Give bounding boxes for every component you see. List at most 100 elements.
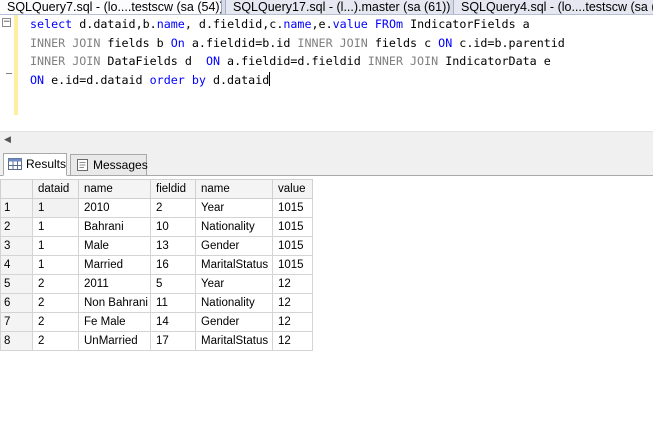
grid-cell[interactable]: 1015 <box>272 255 313 275</box>
grid-corner[interactable] <box>0 179 33 199</box>
grid-cell[interactable]: Male <box>78 236 151 256</box>
code-token: ON <box>30 72 45 87</box>
grid-cell[interactable]: 1015 <box>272 217 313 237</box>
table-row[interactable]: 5 2 2011 5 Year 12 <box>0 274 313 294</box>
grid-cell[interactable]: 12 <box>272 293 313 313</box>
tab-messages[interactable]: Messages <box>70 154 148 176</box>
grid-cell[interactable]: 1015 <box>272 198 313 218</box>
tab-sqlquery17[interactable]: SQLQuery17.sql - (l...).master (sa (61))… <box>225 0 450 14</box>
grid-cell[interactable]: UnMarried <box>78 331 151 351</box>
grid-cell[interactable]: Non Bahrani <box>78 293 151 313</box>
row-number[interactable]: 3 <box>0 236 33 256</box>
document-tab-strip: SQLQuery7.sql - (lo....testscw (sa (54))… <box>0 0 653 15</box>
grid-cell[interactable]: Fe Male <box>78 312 151 332</box>
grid-cell[interactable]: 12 <box>272 312 313 332</box>
grid-cell[interactable]: 2010 <box>78 198 151 218</box>
row-number[interactable]: 5 <box>0 274 33 294</box>
table-row[interactable]: 2 1 Bahrani 10 Nationality 1015 <box>0 217 313 237</box>
code-token: e.id=d.dataid <box>44 72 150 87</box>
grid-cell[interactable]: 16 <box>150 255 196 275</box>
code-token: order by <box>149 72 206 87</box>
grid-cell[interactable]: 17 <box>150 331 196 351</box>
grid-cell[interactable]: Year <box>195 198 273 218</box>
results-grid[interactable]: dataid name fieldid name value 1 1 2010 2 Ye… <box>0 179 313 351</box>
code-token: name <box>156 17 185 31</box>
code-line[interactable]: INNER JOIN fields b On a.fieldid=b.id IN… <box>30 34 565 53</box>
grid-cell[interactable]: Married <box>78 255 151 275</box>
code-token: d.dataid <box>205 72 270 87</box>
results-grid-area: dataid name fieldid name value 1 1 2010 2 Ye… <box>0 176 653 444</box>
code-token: IndicatorData e <box>438 54 551 68</box>
grid-cell[interactable]: MaritalStatus <box>195 255 273 275</box>
grid-cell[interactable]: 12 <box>272 331 313 351</box>
grid-cell[interactable]: 1 <box>32 217 79 237</box>
code-line[interactable]: select d.dataid,b.name, d.fieldid,c.name… <box>30 15 565 34</box>
table-row[interactable]: 1 1 2010 2 Year 1015 <box>0 198 313 218</box>
tab-sqlquery7[interactable]: SQLQuery7.sql - (lo....testscw (sa (54))… <box>0 0 222 14</box>
change-margin-indicator <box>14 15 18 115</box>
grid-cell[interactable]: 14 <box>150 312 196 332</box>
code-token: INNER JOIN <box>367 54 439 68</box>
grid-cell[interactable]: 11 <box>150 293 196 313</box>
grid-cell[interactable]: Nationality <box>195 217 273 237</box>
code-token: select <box>30 17 73 31</box>
tab-results[interactable]: Results <box>3 153 67 176</box>
grid-cell[interactable]: Bahrani <box>78 217 151 237</box>
code-token: value <box>332 17 368 31</box>
grid-cell[interactable]: 2 <box>32 274 79 294</box>
grid-cell[interactable]: Year <box>195 274 273 294</box>
grid-cell[interactable]: 2 <box>150 198 196 218</box>
grid-cell[interactable]: 12 <box>272 274 313 294</box>
code-token: a.fieldid=b.id <box>184 35 298 50</box>
sql-code[interactable]: select d.dataid,b.name, d.fieldid,c.name… <box>30 15 565 89</box>
code-token: On <box>170 35 185 50</box>
column-header[interactable]: name <box>195 179 273 199</box>
grid-cell[interactable]: 1015 <box>272 236 313 256</box>
tab-sqlquery4[interactable]: SQLQuery4.sql - (lo....testscw (sa (55) <box>453 0 653 14</box>
code-token: ON <box>205 54 221 68</box>
query-editor[interactable]: − select d.dataid,b.name, d.fieldid,c.na… <box>0 15 653 131</box>
grid-cell[interactable]: 2 <box>32 312 79 332</box>
code-line[interactable]: ON e.id=d.dataid order by d.dataid <box>30 71 565 90</box>
grid-cell[interactable]: 2 <box>32 331 79 351</box>
grid-cell[interactable]: 2 <box>32 293 79 313</box>
grid-icon <box>8 158 22 170</box>
grid-cell[interactable]: 1 <box>32 255 79 275</box>
table-row[interactable]: 3 1 Male 13 Gender 1015 <box>0 236 313 256</box>
grid-cell[interactable]: 5 <box>150 274 196 294</box>
grid-cell[interactable]: 13 <box>150 236 196 256</box>
table-row[interactable]: 8 2 UnMarried 17 MaritalStatus 12 <box>0 331 313 351</box>
grid-cell[interactable]: 2011 <box>78 274 151 294</box>
table-row[interactable]: 4 1 Married 16 MaritalStatus 1015 <box>0 255 313 275</box>
column-header[interactable]: name <box>78 179 151 199</box>
column-header[interactable]: value <box>272 179 313 199</box>
grid-cell[interactable]: Nationality <box>195 293 273 313</box>
tab-messages-label: Messages <box>93 158 148 172</box>
row-number[interactable]: 6 <box>0 293 33 313</box>
scroll-left-arrow-icon[interactable]: ◀ <box>4 135 11 145</box>
row-number[interactable]: 1 <box>0 198 33 218</box>
text-caret <box>269 71 271 86</box>
code-token: INNER JOIN <box>297 35 368 50</box>
column-header[interactable]: dataid <box>32 179 79 199</box>
row-number[interactable]: 2 <box>0 217 33 237</box>
code-token: name <box>283 17 312 31</box>
grid-cell[interactable]: 10 <box>150 217 196 237</box>
collapse-toggle-icon[interactable]: − <box>2 18 11 27</box>
editor-horizontal-scrollbar[interactable]: ◀ <box>0 131 653 148</box>
table-row[interactable]: 6 2 Non Bahrani 11 Nationality 12 <box>0 293 313 313</box>
grid-cell[interactable]: Gender <box>195 312 273 332</box>
grid-cell[interactable]: 1 <box>32 236 79 256</box>
row-number[interactable]: 4 <box>0 255 33 275</box>
grid-cell[interactable]: Gender <box>195 236 273 256</box>
row-number[interactable]: 7 <box>0 312 33 332</box>
code-line[interactable]: INNER JOIN DataFields d ON a.fieldid=d.f… <box>30 52 565 71</box>
code-token: INNER JOIN <box>30 54 101 68</box>
column-header[interactable]: fieldid <box>150 179 196 199</box>
grid-cell[interactable]: 1 <box>32 198 79 218</box>
messages-icon <box>77 159 88 171</box>
table-row[interactable]: 7 2 Fe Male 14 Gender 12 <box>0 312 313 332</box>
row-number[interactable]: 8 <box>0 331 33 351</box>
grid-cell[interactable]: MaritalStatus <box>195 331 273 351</box>
